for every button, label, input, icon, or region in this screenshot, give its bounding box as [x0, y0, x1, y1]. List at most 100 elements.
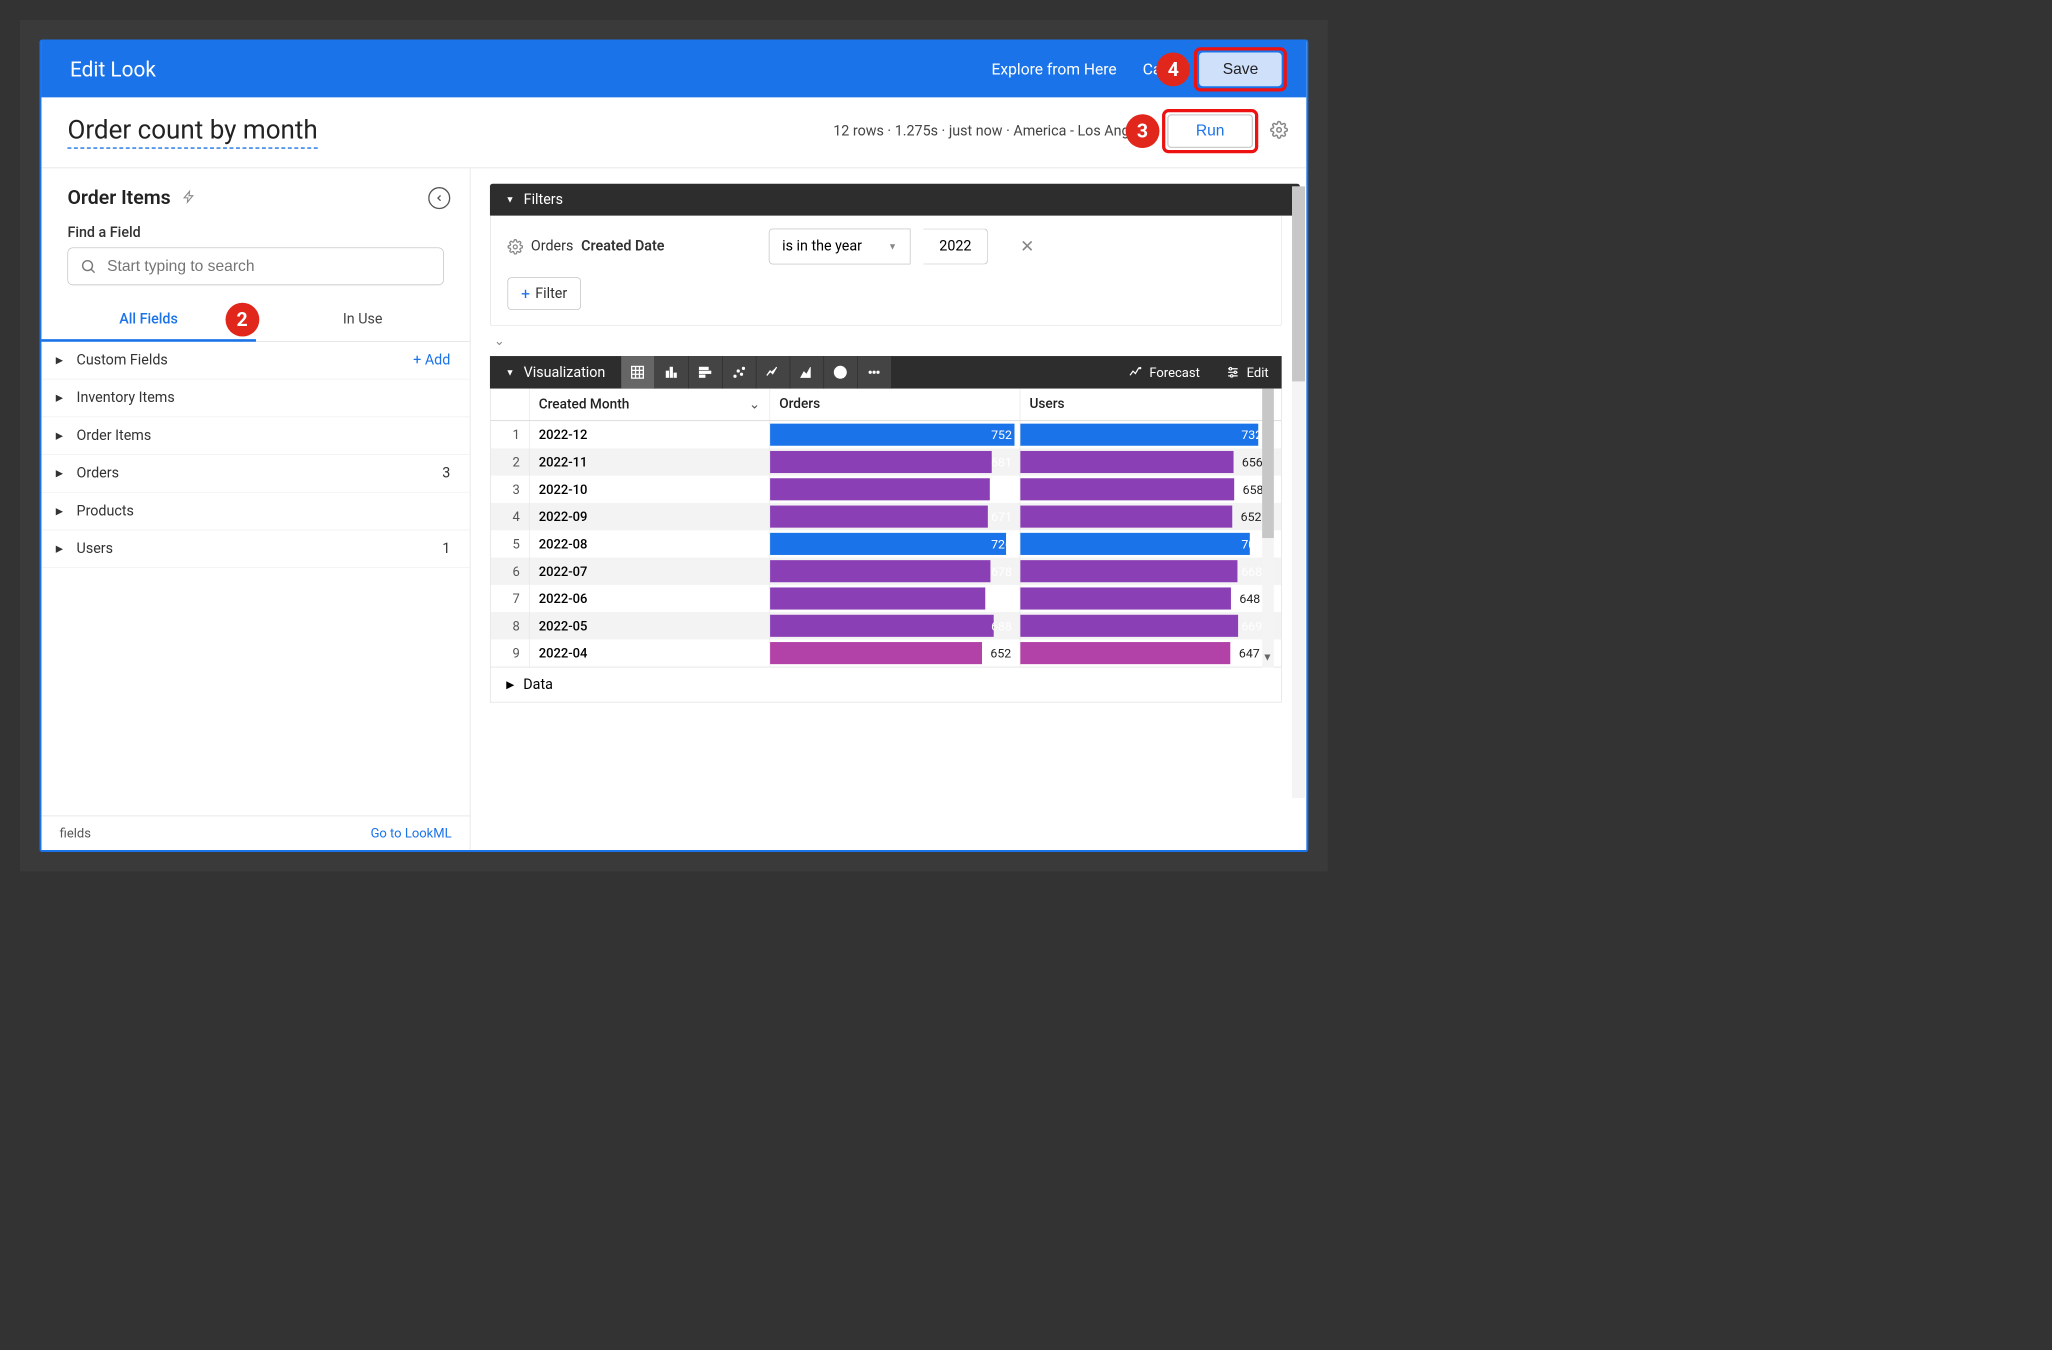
chevron-down-icon: ▼: [506, 367, 515, 378]
table-scrollbar[interactable]: [1262, 389, 1274, 668]
filter-operator-select[interactable]: is in the year ▼: [768, 229, 910, 265]
field-group-label: Products: [77, 503, 451, 519]
look-title-input[interactable]: Order count by month: [67, 114, 317, 148]
tab-all-fields[interactable]: All Fields: [41, 298, 255, 342]
cell-orders: 752: [770, 421, 1020, 448]
forecast-button[interactable]: Forecast: [1116, 365, 1213, 381]
search-input[interactable]: [67, 247, 443, 285]
viz-type-area[interactable]: [790, 356, 824, 389]
scroll-down-icon[interactable]: ▼: [1262, 651, 1272, 664]
bolt-icon[interactable]: [182, 188, 195, 208]
cell-users: 668: [1020, 558, 1270, 585]
cell-orders: 726: [770, 530, 1020, 557]
annotation-badge-3: 3: [1126, 114, 1160, 148]
chevron-right-icon: ▸: [56, 428, 68, 444]
tab-in-use[interactable]: In Use: [256, 298, 470, 341]
visualization-panel-header[interactable]: ▼ Visualization: [490, 356, 621, 388]
column-header-orders[interactable]: Orders: [770, 389, 1020, 421]
cell-orders: 652: [770, 639, 1020, 666]
cell-users: 658: [1020, 476, 1270, 503]
viz-type-bar[interactable]: [689, 356, 723, 389]
field-group-users[interactable]: ▸Users1: [41, 530, 469, 568]
chevron-down-icon: ▼: [506, 194, 515, 205]
table-row[interactable]: 72022-06662648: [491, 585, 1281, 612]
table-row[interactable]: 12022-12752732: [491, 421, 1281, 448]
cell-month: 2022-10: [530, 476, 771, 503]
go-to-lookml-link[interactable]: Go to LookML: [371, 825, 452, 841]
chevron-right-icon: ▸: [56, 541, 68, 557]
field-group-orders[interactable]: ▸Orders3: [41, 455, 469, 493]
cell-users: 652: [1020, 503, 1270, 530]
annotation-badge-2: 2: [225, 303, 259, 337]
chevron-right-icon: ▸: [56, 503, 68, 519]
column-header-users[interactable]: Users: [1020, 389, 1270, 421]
collapse-section-icon[interactable]: ⌄: [490, 331, 1300, 349]
viz-type-column[interactable]: [655, 356, 689, 389]
table-row[interactable]: 22022-11681656: [491, 448, 1281, 475]
viz-type-table[interactable]: [621, 356, 655, 389]
chevron-right-icon: ▸: [56, 390, 68, 406]
cell-orders: 678: [770, 558, 1020, 585]
row-index: 8: [491, 612, 530, 639]
cell-month: 2022-07: [530, 558, 771, 585]
run-button[interactable]: Run: [1167, 114, 1253, 148]
table-row[interactable]: 52022-08726707: [491, 530, 1281, 557]
row-index: 2: [491, 448, 530, 475]
filters-panel-header[interactable]: ▼ Filters: [490, 184, 1300, 216]
cell-orders: 688: [770, 612, 1020, 639]
row-index: 4: [491, 503, 530, 530]
table-row[interactable]: 32022-10675658: [491, 476, 1281, 503]
table-row[interactable]: 82022-05688669: [491, 612, 1281, 639]
viz-type-more[interactable]: [858, 356, 892, 389]
cell-orders: 675: [770, 476, 1020, 503]
row-index: 3: [491, 476, 530, 503]
gear-icon[interactable]: [1270, 121, 1288, 142]
viz-type-scatter[interactable]: [722, 356, 756, 389]
cell-orders: 681: [770, 448, 1020, 475]
table-row[interactable]: 62022-07678668: [491, 558, 1281, 585]
row-index: 9: [491, 639, 530, 666]
annotation-outline-save: Save: [1194, 47, 1287, 91]
clear-filter-icon[interactable]: ✕: [1020, 237, 1034, 257]
field-group-products[interactable]: ▸ Products: [41, 493, 469, 531]
cell-users: 732: [1020, 421, 1270, 448]
main-scrollbar[interactable]: [1292, 186, 1305, 798]
field-group-custom-fields[interactable]: ▸Custom Fields+ Add: [41, 342, 469, 380]
cell-users: 656: [1020, 448, 1270, 475]
field-group-label: Order Items: [77, 428, 451, 444]
field-group-order-items[interactable]: ▸ Order Items: [41, 417, 469, 455]
save-button[interactable]: Save: [1199, 53, 1281, 87]
table-row[interactable]: 92022-04652647: [491, 639, 1281, 666]
search-field[interactable]: [107, 257, 431, 275]
chevron-down-icon: ⌄: [749, 396, 760, 412]
cell-month: 2022-11: [530, 448, 771, 475]
cell-month: 2022-12: [530, 421, 771, 448]
edit-viz-button[interactable]: Edit: [1213, 365, 1282, 381]
viz-type-pie[interactable]: [824, 356, 858, 389]
data-panel-header[interactable]: ▶ Data: [490, 667, 1282, 702]
field-group-label: Orders: [77, 465, 443, 481]
row-index: 1: [491, 421, 530, 448]
row-index: 6: [491, 558, 530, 585]
cell-orders: 662: [770, 585, 1020, 612]
field-count: 1: [442, 541, 450, 557]
explore-from-here-link[interactable]: Explore from Here: [992, 60, 1117, 78]
cell-users: 648: [1020, 585, 1270, 612]
explore-name: Order Items: [67, 186, 170, 209]
filter-field-label[interactable]: Orders Created Date: [507, 238, 664, 254]
add-filter-button[interactable]: + Filter: [507, 277, 580, 310]
chevron-right-icon: ▸: [56, 465, 68, 481]
add-custom-field-link[interactable]: + Add: [413, 352, 450, 368]
filter-value-input[interactable]: 2022: [924, 229, 988, 265]
collapse-sidebar-icon[interactable]: [428, 187, 450, 209]
chevron-down-icon: ▼: [888, 241, 897, 252]
viz-type-line[interactable]: [756, 356, 790, 389]
search-icon: [80, 258, 97, 275]
annotation-outline-run: Run: [1162, 109, 1258, 153]
column-header-month[interactable]: Created Month ⌄: [530, 389, 771, 421]
chevron-right-icon: ▸: [56, 352, 68, 368]
table-row[interactable]: 42022-09671652: [491, 503, 1281, 530]
cell-month: 2022-05: [530, 612, 771, 639]
field-group-inventory-items[interactable]: ▸Inventory Items: [41, 379, 469, 417]
row-index: 5: [491, 530, 530, 557]
